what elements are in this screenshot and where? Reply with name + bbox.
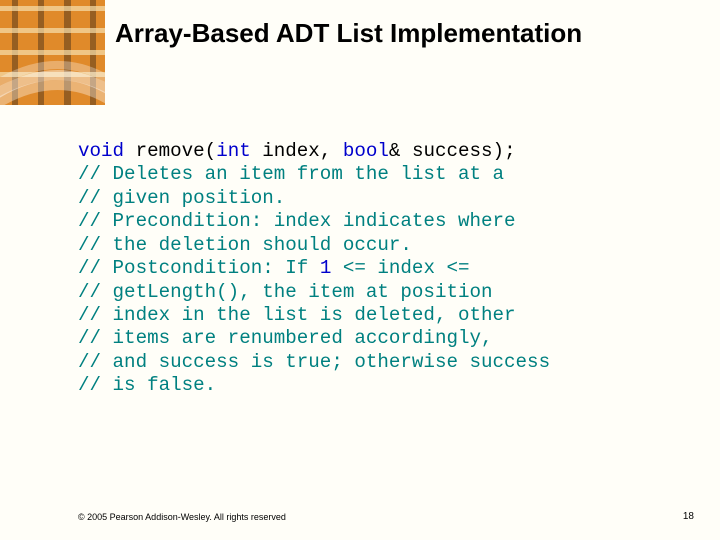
corner-graphic	[0, 0, 105, 105]
copyright-text: © 2005 Pearson Addison-Wesley. All right…	[78, 512, 286, 522]
code-line-signature: void remove(int index, bool& success);	[78, 140, 516, 162]
keyword-int: int	[216, 140, 251, 162]
slide-title: Array-Based ADT List Implementation	[115, 18, 700, 49]
comment-line: // the deletion should occur.	[78, 234, 412, 256]
comment-line: // and success is true; otherwise succes…	[78, 351, 550, 373]
comment-line: // given position.	[78, 187, 285, 209]
comment-line: // getLength(), the item at position	[78, 281, 493, 303]
comment-line-postcond: // Postcondition: If 1 <= index <=	[78, 257, 470, 279]
comment-line: // index in the list is deleted, other	[78, 304, 516, 326]
comment-line: // Precondition: index indicates where	[78, 210, 516, 232]
keyword-void: void	[78, 140, 124, 162]
comment-line: // Deletes an item from the list at a	[78, 163, 504, 185]
comment-line: // items are renumbered accordingly,	[78, 327, 493, 349]
literal-one: 1	[320, 257, 332, 279]
keyword-bool: bool	[343, 140, 389, 162]
title-area: Array-Based ADT List Implementation	[115, 18, 700, 49]
page-number: 18	[683, 511, 694, 522]
comment-line: // is false.	[78, 374, 216, 396]
code-block: void remove(int index, bool& success); /…	[78, 140, 690, 398]
